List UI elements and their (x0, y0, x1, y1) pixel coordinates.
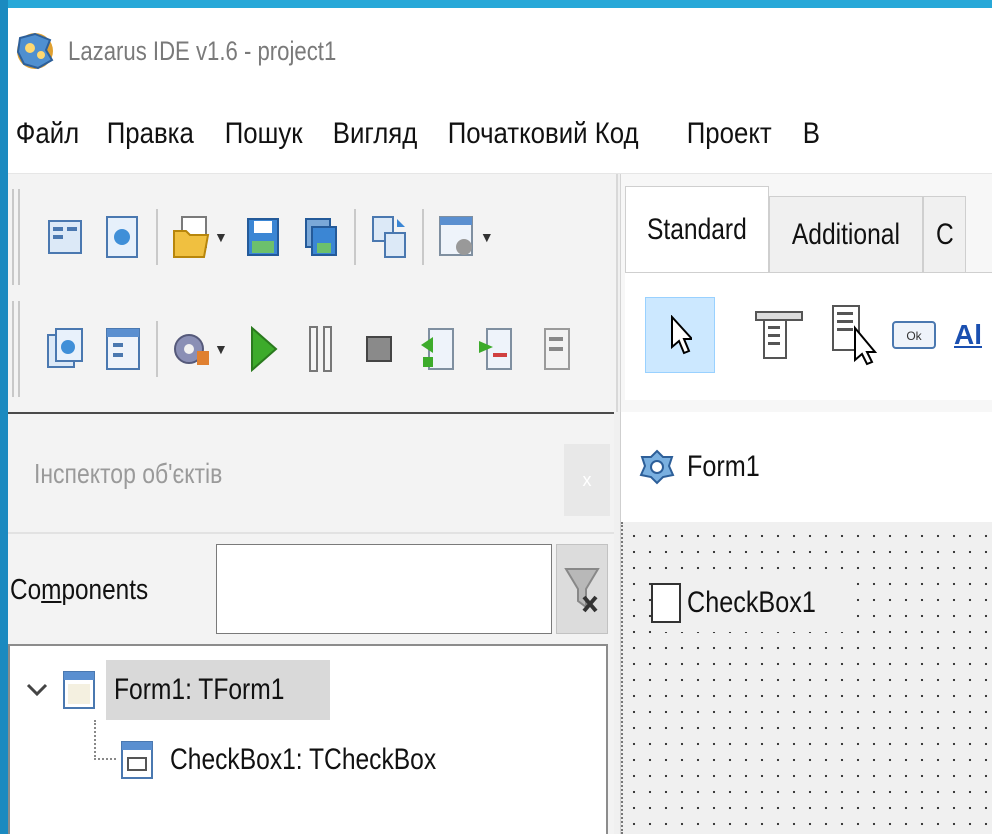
toolbar-grip[interactable] (12, 301, 20, 397)
toolbar-row-1: ▼ ▼ (8, 182, 618, 292)
component-palette: Standard Additional C Ok Al (620, 174, 992, 412)
view-toggle-icon[interactable] (103, 325, 143, 373)
build-mode-dropdown-icon[interactable]: ▼ (214, 341, 228, 357)
run-icon[interactable] (243, 325, 283, 373)
menu-search[interactable]: Пошук (217, 117, 309, 151)
svg-text:Ok: Ok (906, 329, 922, 343)
form-title-bar[interactable]: Form1 (621, 412, 992, 522)
form-title: Form1 (687, 450, 760, 483)
tab-additional[interactable]: Additional (768, 196, 923, 272)
menu-project[interactable]: Проект (679, 117, 779, 151)
toolbar-separator (353, 209, 356, 265)
window-frame-left (0, 0, 8, 834)
menu-file[interactable]: Файл (8, 117, 86, 151)
palette-components: Ok Al (625, 272, 992, 400)
selection-pointer-icon[interactable] (645, 297, 715, 373)
checkbox-box[interactable] (651, 583, 681, 623)
inspector-header: Інспектор об'єктів x (8, 414, 614, 532)
form-canvas[interactable]: CheckBox1 (621, 522, 992, 834)
tree-item-label: Form1: TForm1 (114, 673, 285, 706)
toolbar-separator (156, 321, 158, 377)
tlabel-partial[interactable]: Al (943, 297, 992, 373)
toolbar-area: ▼ ▼ ▼ (8, 174, 618, 412)
view-dropdown-icon[interactable]: ▼ (480, 229, 494, 245)
menu-run-partial[interactable]: В (795, 117, 827, 151)
palette-tabs: Standard Additional C (625, 186, 967, 272)
toolbar-grip[interactable] (12, 189, 20, 285)
save-icon[interactable] (243, 213, 283, 261)
form-icon (63, 671, 95, 709)
checkbox1-component[interactable]: CheckBox1 (651, 574, 845, 632)
toolbar-row-2: ▼ (8, 294, 618, 404)
inspector-title: Інспектор об'єктів (34, 458, 223, 489)
pause-icon[interactable] (301, 325, 341, 373)
toolbar-separator (421, 209, 424, 265)
tree-item-checkbox1[interactable]: CheckBox1: TCheckBox (120, 730, 495, 790)
form-designer: Form1 CheckBox1 (620, 412, 992, 834)
component-tree: Form1: TForm1 CheckBox1: TCheckBox (8, 644, 608, 834)
tree-item-form1[interactable]: Form1: TForm1 (24, 660, 330, 720)
components-filter-input[interactable] (216, 544, 552, 634)
menu-source[interactable]: Початковий Код (440, 117, 645, 151)
object-inspector: Інспектор об'єктів x Components Form1: T… (8, 412, 614, 834)
checkbox-component-icon (121, 741, 153, 779)
inspector-close-button[interactable]: x (564, 444, 610, 516)
tbutton-icon[interactable]: Ok (887, 297, 941, 373)
window-frame-top (0, 0, 992, 8)
menu-bar: Файл Правка Пошук Вигляд Початковий Код … (8, 94, 992, 174)
tmainmenu-icon[interactable] (749, 297, 809, 373)
menu-edit[interactable]: Правка (99, 117, 201, 151)
chevron-down-icon[interactable] (24, 680, 50, 700)
view-forms-icon[interactable] (45, 325, 85, 373)
save-all-icon[interactable] (301, 213, 341, 261)
toggle-form-unit-icon[interactable] (369, 213, 409, 261)
new-form-icon[interactable] (103, 213, 143, 261)
lazarus-ide-window: Lazarus IDE v1.6 - project1 Файл Правка … (8, 8, 992, 834)
view-units-icon[interactable] (437, 213, 477, 261)
lazarus-form-icon (639, 449, 675, 485)
new-unit-icon[interactable] (45, 213, 85, 261)
stop-icon[interactable] (359, 325, 399, 373)
lazarus-app-icon (12, 28, 58, 74)
tab-standard[interactable]: Standard (625, 186, 769, 272)
clear-filter-icon[interactable] (556, 544, 608, 634)
tree-connector (94, 758, 116, 760)
open-recent-dropdown-icon[interactable]: ▼ (214, 229, 228, 245)
tab-partial[interactable]: C (922, 196, 967, 272)
step-into-icon[interactable] (417, 325, 457, 373)
build-mode-gear-icon[interactable] (171, 325, 211, 373)
toolbar-separator (156, 209, 158, 265)
window-title: Lazarus IDE v1.6 - project1 (68, 35, 337, 66)
title-bar[interactable]: Lazarus IDE v1.6 - project1 (8, 8, 992, 94)
open-file-icon[interactable] (171, 213, 211, 261)
step-out-icon[interactable] (533, 325, 573, 373)
checkbox-label: CheckBox1 (687, 586, 816, 619)
tpopupmenu-icon[interactable] (825, 297, 885, 373)
step-over-icon[interactable] (475, 325, 515, 373)
components-label: Components (10, 574, 149, 606)
menu-view[interactable]: Вигляд (325, 117, 424, 151)
tree-item-label: CheckBox1: TCheckBox (170, 743, 437, 776)
inspector-divider (8, 532, 614, 534)
tree-connector (94, 720, 96, 760)
